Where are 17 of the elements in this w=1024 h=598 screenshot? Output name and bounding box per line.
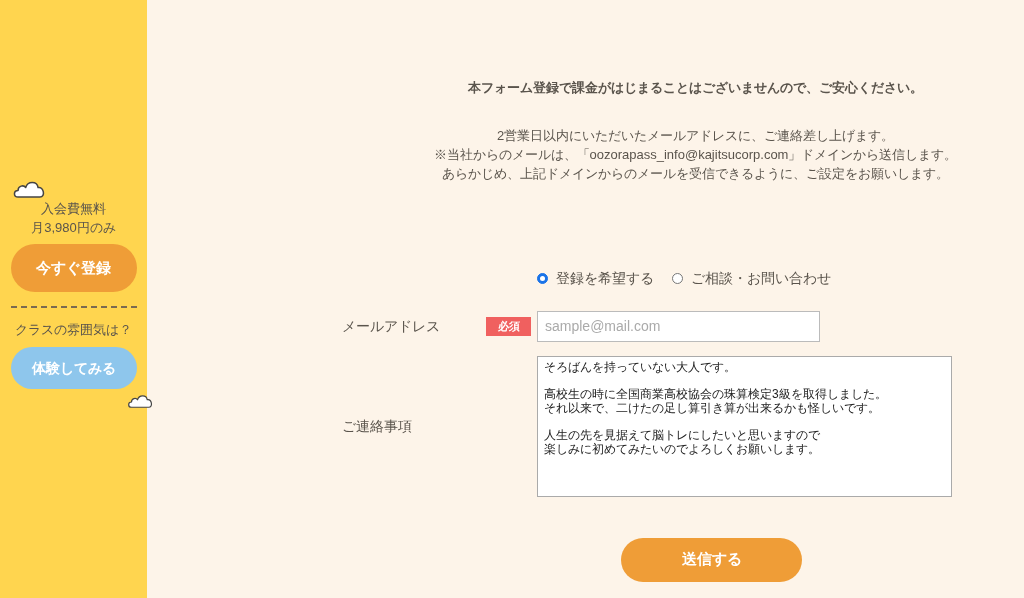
email-field[interactable]: sample@mail.com (537, 310, 820, 342)
radio-button[interactable] (537, 272, 548, 284)
price-text: 入会費無料 (41, 200, 106, 218)
message-field[interactable]: そろばんを持っていない大人です。 高校生の時に全国商業高校協会の珠算検定3級を取得しました。 それ以来で、二けたの足し算引き算が出来るかも怪しいです。 人生の先を見据えて脳トレにしたいと思いますので 楽しみに初めてみたいのでよろしくお願いします。 (537, 355, 952, 497)
price-text: 月3,980円のみ (31, 219, 116, 237)
message-label: ご連絡事項 (342, 416, 413, 436)
notice-text: 本フォーム登録で課金がはじまることはございませんので、ご安心ください。 (468, 79, 923, 97)
info-text: あらかじめ、上記ドメインからのメールを受信できるように、ご設定をお願いします。 (442, 164, 949, 183)
required-badge: 必須 (486, 316, 531, 336)
cloud-icon (127, 392, 154, 409)
info-text: 2営業日以内にいただいたメールアドレスに、ご連絡差し上げます。 (496, 126, 895, 145)
option-label[interactable]: ご相談・お問い合わせ (691, 267, 831, 289)
question-text: クラスの雰囲気は？ (15, 321, 132, 339)
info-text: ※当社からのメールは、「oozorapass_info@kajitsucorp.com」ドメインから送信します。 (433, 145, 958, 164)
email-label: メールアドレス (342, 316, 441, 336)
option-label[interactable]: 登録を希望する (556, 267, 654, 289)
radio-button[interactable] (672, 272, 683, 284)
